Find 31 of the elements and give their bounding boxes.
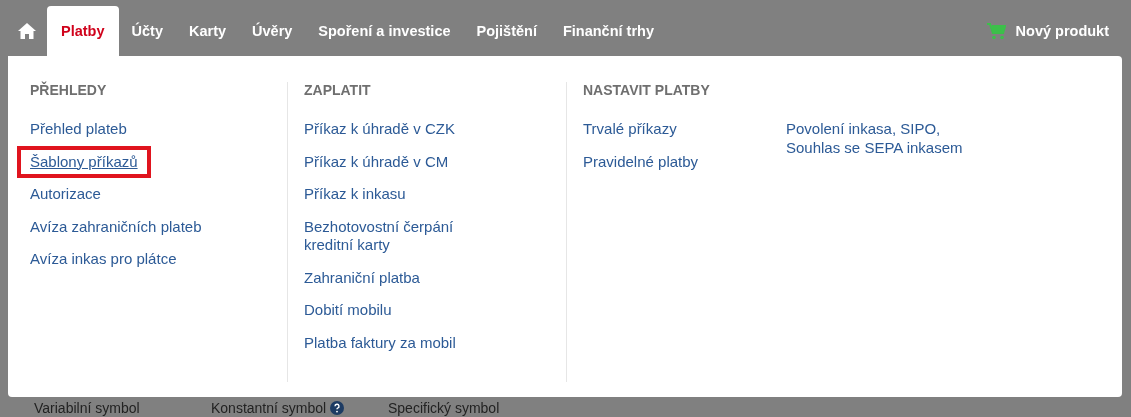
- menu-link[interactable]: Příkaz k úhradě v CM: [304, 152, 449, 171]
- menu-link[interactable]: Platba faktury za mobil: [304, 333, 456, 352]
- section-heading: PŘEHLEDY: [30, 82, 108, 98]
- nav-tab[interactable]: Pojištění: [463, 6, 550, 56]
- nav-tab[interactable]: Spoření a investice: [305, 6, 464, 56]
- menu-link[interactable]: Zahraniční platba: [304, 268, 420, 287]
- menu-link[interactable]: Trvalé příkazy: [583, 120, 677, 139]
- menu-link[interactable]: Autorizace: [30, 185, 101, 204]
- menu-link[interactable]: Povolení inkasa, SIPO, Souhlas se SEPA inkasem: [786, 120, 971, 157]
- menu-link[interactable]: Avíza zahraničních plateb: [30, 217, 202, 236]
- cart-icon: [986, 22, 1006, 40]
- nav-tab[interactable]: Úvěry: [239, 6, 306, 56]
- menu-link[interactable]: Šablony příkazů: [30, 152, 138, 171]
- menu-link[interactable]: Dobití mobilu: [304, 301, 392, 320]
- nav-tab[interactable]: Finanční trhy: [549, 6, 667, 56]
- section-heading: ZAPLATIT: [304, 82, 372, 98]
- menu-link[interactable]: Přehled plateb: [30, 120, 127, 139]
- field-label: Konstantní symbol: [211, 401, 327, 415]
- menu-link[interactable]: Pravidelné platby: [583, 152, 699, 171]
- field-label: Specifický symbol: [388, 401, 500, 415]
- section-heading: NASTAVIT PLATBY: [583, 82, 711, 98]
- nav-tab[interactable]: Karty: [175, 6, 240, 56]
- new-product-link[interactable]: Nový produkt: [986, 6, 1109, 56]
- field-label: Variabilní symbol: [34, 401, 140, 415]
- menu-link[interactable]: Bezhotovostní čerpání kreditní karty: [304, 217, 494, 255]
- menu-link[interactable]: Příkaz k inkasu: [304, 185, 406, 204]
- help-icon[interactable]: [330, 401, 345, 415]
- nav-tab[interactable]: Účty: [118, 6, 176, 56]
- menu-link[interactable]: Avíza inkas pro plátce: [30, 250, 177, 269]
- nav-tab[interactable]: Platby: [47, 6, 119, 56]
- menu-link[interactable]: Příkaz k úhradě v CZK: [304, 120, 455, 139]
